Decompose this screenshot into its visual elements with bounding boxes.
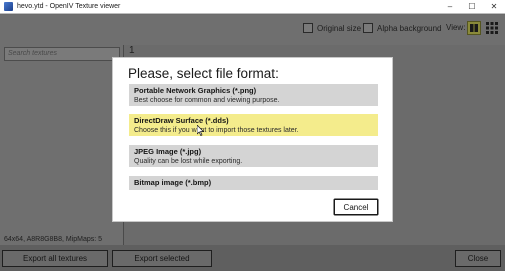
alpha-background-checkbox[interactable]: Alpha background [363, 23, 442, 33]
checkbox-box [303, 23, 313, 33]
bottom-bar: Export all textures Export selected Clos… [0, 245, 505, 271]
checkbox-box [363, 23, 373, 33]
window-title: hevo.ytd - OpenIV Texture viewer [17, 3, 121, 10]
original-size-checkbox[interactable]: Original size [303, 23, 361, 33]
option-title: JPEG Image (*.jpg) [134, 147, 202, 156]
option-description: Quality can be lost while exporting. [134, 158, 243, 165]
minimize-button[interactable]: – [439, 0, 461, 14]
option-title: Portable Network Graphics (*.png) [134, 86, 257, 95]
cancel-button[interactable]: Cancel [334, 199, 378, 215]
title-bar: hevo.ytd - OpenIV Texture viewer – ☐ ✕ [0, 0, 505, 14]
view-label: View: [446, 23, 466, 32]
grid-small-icon [486, 22, 498, 34]
texture-sidebar: Search textures [0, 45, 124, 245]
file-format-dialog: Please, select file format: Portable Net… [112, 57, 393, 222]
search-input[interactable]: Search textures [4, 47, 120, 61]
close-window-button[interactable]: ✕ [483, 0, 505, 14]
app-icon [4, 2, 13, 11]
mouse-cursor-icon [197, 125, 205, 136]
option-description: Choose this if you want to import those … [134, 127, 299, 134]
view-large-button[interactable] [467, 21, 481, 35]
option-png[interactable]: Portable Network Graphics (*.png) Best c… [129, 84, 378, 106]
toolbar: Original size Alpha background View: [0, 15, 505, 45]
option-dds[interactable]: DirectDraw Surface (*.dds) Choose this i… [129, 114, 378, 136]
view-small-button[interactable] [485, 21, 499, 35]
texture-info: 64x64, A8R8G8B8, MipMaps: 5 [4, 236, 103, 243]
alpha-background-label: Alpha background [377, 23, 442, 33]
close-button[interactable]: Close [455, 250, 501, 267]
export-selected-button[interactable]: Export selected [112, 250, 212, 267]
option-title: DirectDraw Surface (*.dds) [134, 116, 229, 125]
option-bmp[interactable]: Bitmap image (*.bmp) [129, 176, 378, 190]
original-size-label: Original size [317, 23, 362, 33]
export-all-button[interactable]: Export all textures [2, 250, 108, 267]
grid-large-icon [470, 24, 478, 32]
dialog-title: Please, select file format: [128, 66, 279, 81]
option-description: Best choose for common and viewing purpo… [134, 97, 280, 104]
page-number: 1 [129, 45, 135, 56]
option-title: Bitmap image (*.bmp) [134, 178, 212, 187]
maximize-button[interactable]: ☐ [461, 0, 483, 14]
option-jpg[interactable]: JPEG Image (*.jpg) Quality can be lost w… [129, 145, 378, 167]
